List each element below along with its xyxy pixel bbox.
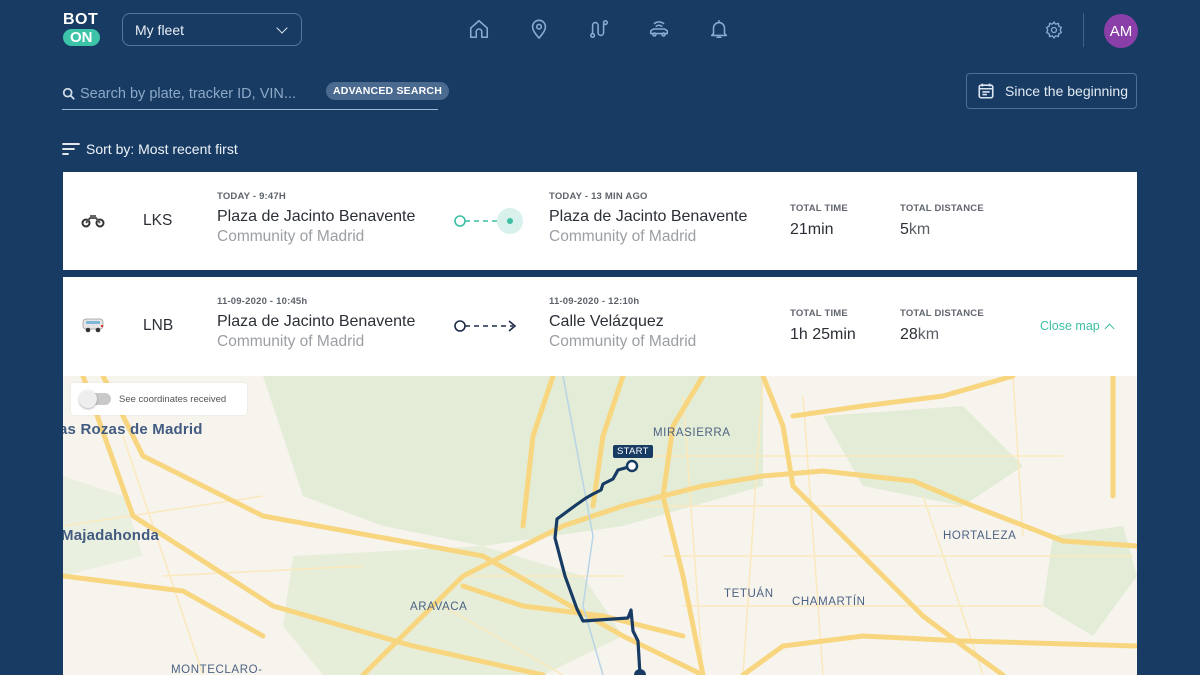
total-distance-value: 28km bbox=[900, 326, 984, 344]
map-background bbox=[63, 376, 1137, 675]
chevron-down-icon bbox=[276, 21, 288, 34]
sort-label: Sort by: Most recent first bbox=[86, 141, 238, 157]
location-pin-icon[interactable] bbox=[528, 18, 550, 40]
origin-place: Plaza de Jacinto Benavente bbox=[217, 313, 416, 330]
date-range-label: Since the beginning bbox=[1005, 83, 1128, 99]
trip-card[interactable]: LKS TODAY - 9:47H Plaza de Jacinto Benav… bbox=[63, 172, 1137, 270]
chevron-up-icon bbox=[1104, 323, 1115, 333]
trip-card[interactable]: LNB 11-09-2020 - 10:45h Plaza de Jacinto… bbox=[63, 277, 1137, 376]
van-icon bbox=[82, 318, 104, 333]
coordinates-toggle-label: See coordinates received bbox=[119, 393, 227, 405]
trip-in-progress-indicator bbox=[454, 208, 523, 234]
search-icon bbox=[62, 87, 76, 101]
bell-icon[interactable] bbox=[708, 18, 730, 40]
header-divider bbox=[1083, 13, 1084, 47]
map-label-hortaleza: HORTALEZA bbox=[943, 530, 1017, 542]
origin-time: 11-09-2020 - 10:45h bbox=[217, 296, 308, 307]
destination-place: Calle Velázquez bbox=[549, 313, 664, 330]
origin-time: TODAY - 9:47H bbox=[217, 191, 286, 202]
close-map-label: Close map bbox=[1040, 319, 1100, 333]
total-distance: TOTAL DISTANCE 28km bbox=[900, 308, 984, 344]
map-label-aravaca: ARAVACA bbox=[410, 601, 468, 613]
logo-text-on: ON bbox=[63, 29, 100, 46]
destination-place: Plaza de Jacinto Benavente bbox=[549, 208, 748, 225]
total-time: TOTAL TIME 1h 25min bbox=[790, 308, 856, 344]
map-label-monteclaro: MONTECLARO- bbox=[171, 664, 263, 675]
vehicle-plate: LNB bbox=[143, 317, 174, 334]
total-distance-label: TOTAL DISTANCE bbox=[900, 308, 984, 319]
map-label-majadahonda: Majadahonda bbox=[63, 527, 160, 544]
route-start-badge: START bbox=[613, 445, 653, 458]
total-time-value: 21min bbox=[790, 221, 834, 238]
trip-destination: 11-09-2020 - 12:10h Calle Velázquez Comm… bbox=[549, 296, 696, 351]
origin-region: Community of Madrid bbox=[217, 333, 365, 350]
trip-origin: TODAY - 9:47H Plaza de Jacinto Benavente… bbox=[217, 191, 415, 246]
destination-region: Community of Madrid bbox=[549, 333, 697, 350]
total-time-label: TOTAL TIME bbox=[790, 203, 848, 214]
map-label-mirasierra: MIRASIERRA bbox=[653, 427, 731, 439]
destination-time: 11-09-2020 - 12:10h bbox=[549, 296, 640, 307]
trip-destination: TODAY - 13 MIN AGO Plaza de Jacinto Bena… bbox=[549, 191, 747, 246]
destination-time: TODAY - 13 MIN AGO bbox=[549, 191, 648, 202]
map-label-text: as Rozas de Madrid bbox=[63, 421, 203, 438]
coordinates-toggle-panel[interactable]: See coordinates received bbox=[71, 383, 247, 415]
route-current-marker bbox=[634, 669, 646, 675]
fleet-selector[interactable]: My fleet bbox=[122, 13, 302, 46]
route-icon[interactable] bbox=[588, 18, 610, 40]
gear-icon[interactable] bbox=[1044, 20, 1064, 40]
trip-map[interactable]: as Rozas de Madrid Majadahonda MIRASIERR… bbox=[63, 376, 1137, 675]
distance-number: 28 bbox=[900, 326, 918, 343]
distance-unit: km bbox=[908, 221, 931, 238]
total-time-value: 1h 25min bbox=[790, 326, 856, 343]
sort-control[interactable]: Sort by: Most recent first bbox=[62, 141, 238, 157]
route-start-marker bbox=[625, 459, 639, 473]
calendar-icon bbox=[978, 83, 994, 99]
origin-place: Plaza de Jacinto Benavente bbox=[217, 208, 416, 225]
home-icon[interactable] bbox=[468, 18, 490, 40]
close-map-button[interactable]: Close map bbox=[1040, 319, 1115, 333]
distance-number: 5 bbox=[900, 221, 909, 238]
date-range-button[interactable]: Since the beginning bbox=[966, 73, 1137, 109]
trip-completed-indicator bbox=[454, 320, 517, 332]
destination-region: Community of Madrid bbox=[549, 228, 697, 245]
origin-region: Community of Madrid bbox=[217, 228, 365, 245]
connected-car-icon[interactable] bbox=[648, 18, 670, 40]
map-label-tetuan: TETUÁN bbox=[724, 588, 774, 600]
distance-unit: km bbox=[917, 326, 940, 343]
total-time-label: TOTAL TIME bbox=[790, 308, 848, 319]
advanced-search-button[interactable]: ADVANCED SEARCH bbox=[326, 82, 449, 100]
user-avatar[interactable]: AM bbox=[1104, 14, 1138, 48]
fleet-selector-value: My fleet bbox=[135, 21, 185, 38]
total-distance-value: 5km bbox=[900, 221, 984, 239]
sort-icon bbox=[62, 143, 80, 155]
motorcycle-icon bbox=[81, 215, 105, 228]
coordinates-toggle-switch[interactable] bbox=[79, 390, 111, 408]
total-time: TOTAL TIME 21min bbox=[790, 203, 848, 239]
trip-origin: 11-09-2020 - 10:45h Plaza de Jacinto Ben… bbox=[217, 296, 415, 351]
map-label-las-rozas: as Rozas de Madrid bbox=[63, 422, 203, 438]
search-input[interactable] bbox=[80, 85, 320, 102]
logo-text-bot: BOT bbox=[63, 11, 99, 28]
main-nav bbox=[468, 18, 730, 40]
vehicle-plate: LKS bbox=[143, 212, 173, 229]
total-distance-label: TOTAL DISTANCE bbox=[900, 203, 984, 214]
bot-on-logo[interactable]: BOT ON bbox=[63, 12, 103, 47]
map-label-chamartin: CHAMARTÍN bbox=[792, 596, 866, 608]
total-distance: TOTAL DISTANCE 5km bbox=[900, 203, 984, 239]
